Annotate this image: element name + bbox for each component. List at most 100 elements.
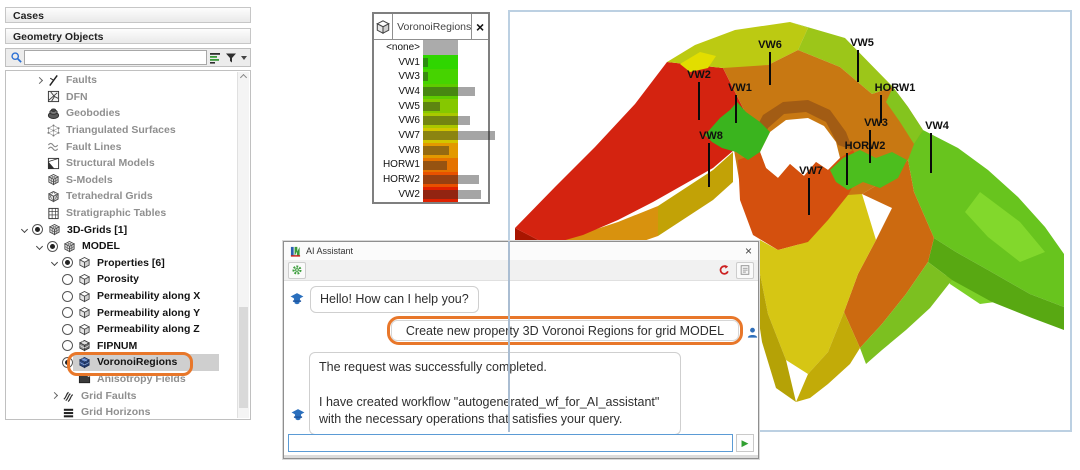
permeability-cube-icon — [78, 289, 94, 303]
stratigraphic-tables-icon — [47, 206, 63, 220]
search-icon — [8, 51, 24, 65]
legend-row[interactable]: HORW1 — [374, 157, 488, 173]
tree-item-triangulated-surfaces[interactable]: Triangulated Surfaces — [7, 122, 237, 139]
sort-list-icon[interactable] — [207, 51, 223, 65]
legend-row[interactable]: VW5 — [374, 98, 488, 114]
fipnum-cube-icon — [78, 339, 94, 353]
scrollbar-thumb[interactable] — [239, 307, 248, 408]
chevron-right-icon[interactable] — [47, 391, 62, 401]
assistant-cap-icon — [290, 408, 306, 423]
filter-funnel-icon[interactable] — [223, 51, 239, 65]
well-label: VW7 — [799, 165, 823, 177]
legend-row[interactable]: VW4 — [374, 84, 488, 99]
tree-item-geobodies[interactable]: Geobodies — [7, 105, 237, 122]
scroll-up-icon[interactable] — [239, 73, 248, 82]
ai-assistant-dialog: AI Assistant × Hello! How can I help you… — [283, 241, 759, 459]
tree-item-permeability-y[interactable]: Permeability along Y — [7, 304, 237, 321]
well-label: VW6 — [758, 39, 782, 51]
send-button[interactable]: ▶ — [736, 434, 754, 452]
show-log-button[interactable] — [736, 261, 754, 279]
settings-gear-button[interactable] — [288, 261, 306, 279]
tree-item-3d-grids[interactable]: 3D-Grids [1] — [7, 221, 237, 238]
tree-item-porosity[interactable]: Porosity — [7, 271, 237, 288]
gear-icon — [291, 264, 303, 276]
legend-histogram-bar — [423, 116, 470, 126]
radio-porosity[interactable] — [62, 273, 73, 285]
reset-conversation-button[interactable] — [715, 262, 733, 279]
tree-item-grid-faults[interactable]: Grid Faults — [7, 387, 237, 404]
chevron-right-icon[interactable] — [32, 75, 47, 85]
radio-properties[interactable] — [62, 257, 73, 269]
tree-item-model[interactable]: MODEL — [7, 238, 237, 255]
voronoi-cube-icon — [78, 355, 94, 369]
tree-item-properties[interactable]: Properties [6] — [7, 255, 237, 272]
legend-histogram-bar — [423, 145, 449, 155]
cases-panel-header[interactable]: Cases — [5, 7, 251, 23]
radio-fipnum[interactable] — [62, 340, 73, 352]
legend-histogram-bar — [423, 160, 447, 170]
person-icon — [746, 326, 759, 339]
radio-3d-grids[interactable] — [32, 224, 43, 236]
legend-row[interactable]: VW3 — [374, 69, 488, 85]
tree-item-anisotropy-fields[interactable]: Anisotropy Fields — [7, 371, 237, 388]
undo-icon — [718, 264, 730, 276]
assistant-cap-icon — [289, 292, 305, 307]
tetrahedral-grids-icon — [47, 189, 63, 203]
tree-item-permeability-x[interactable]: Permeability along X — [7, 288, 237, 305]
legend-cube-icon — [374, 14, 394, 39]
dialog-title-bar[interactable]: AI Assistant × — [284, 242, 758, 261]
legend-row[interactable]: VW7 — [374, 128, 495, 143]
radio-permeability-y[interactable] — [62, 307, 73, 319]
voronoi-legend-panel: VoronoiRegions × <none> VW1 VW3 VW4 VW5 — [372, 12, 495, 204]
legend-row[interactable]: VW1 — [374, 54, 488, 70]
tree-item-s-models[interactable]: S-Models — [7, 172, 237, 189]
viewport-border-overlay-line — [508, 241, 510, 432]
radio-permeability-z[interactable] — [62, 323, 73, 335]
search-input[interactable] — [24, 50, 207, 65]
radio-voronoiregions[interactable] — [62, 356, 73, 368]
anisotropy-fields-icon — [78, 372, 94, 386]
model-grid-icon — [63, 239, 79, 253]
porosity-cube-icon — [78, 272, 94, 286]
legend-header[interactable]: VoronoiRegions × — [374, 14, 488, 40]
geometry-objects-panel-header[interactable]: Geometry Objects — [5, 28, 251, 44]
fault-lines-icon — [47, 140, 63, 154]
legend-title: VoronoiRegions — [397, 20, 472, 33]
tree-item-faults[interactable]: Faults — [7, 72, 237, 89]
legend-row[interactable]: VW8 — [374, 142, 488, 158]
legend-row[interactable]: VW6 — [374, 113, 488, 129]
legend-histogram-bar — [423, 175, 479, 185]
user-avatar — [746, 326, 759, 341]
legend-row[interactable]: VW2 — [374, 186, 488, 202]
radio-model[interactable] — [47, 240, 58, 252]
tree-item-fipnum[interactable]: FIPNUM — [7, 338, 237, 355]
tree-item-grid-horizons[interactable]: Grid Horizons — [7, 404, 237, 418]
chevron-down-icon[interactable] — [17, 225, 32, 235]
geometry-objects-tree: Faults DFN Geobodies Triangulated Surfac… — [5, 70, 251, 420]
structural-models-icon — [47, 156, 63, 170]
tree-item-voronoiregions[interactable]: VoronoiRegions — [7, 352, 237, 377]
chevron-down-icon[interactable] — [47, 258, 62, 268]
radio-permeability-x[interactable] — [62, 290, 73, 302]
chat-input[interactable] — [288, 434, 733, 452]
permeability-cube-icon — [78, 306, 94, 320]
legend-row[interactable]: HORW2 — [374, 172, 488, 187]
close-icon[interactable]: × — [745, 245, 752, 257]
legend-row[interactable]: <none> — [374, 40, 488, 55]
legend-close-icon[interactable]: × — [471, 14, 488, 39]
tree-item-dfn[interactable]: DFN — [7, 89, 237, 106]
legend-histogram-bar — [423, 131, 495, 141]
filter-dropdown-icon[interactable] — [239, 51, 248, 65]
tree-item-stratigraphic-tables[interactable]: Stratigraphic Tables — [7, 205, 237, 222]
legend-color-swatch — [423, 54, 458, 70]
orange-annotation-box: Create new property 3D Voronoi Regions f… — [387, 316, 743, 345]
assistant-avatar — [290, 408, 307, 423]
tree-item-tetrahedral-grids[interactable]: Tetrahedral Grids — [7, 188, 237, 205]
tree-item-permeability-z[interactable]: Permeability along Z — [7, 321, 237, 338]
tree-scrollbar[interactable] — [237, 72, 249, 418]
legend-histogram-bar — [423, 72, 428, 82]
tree-item-structural-models[interactable]: Structural Models — [7, 155, 237, 172]
chevron-down-icon[interactable] — [32, 241, 47, 251]
legend-color-swatch — [423, 40, 458, 55]
tree-item-fault-lines[interactable]: Fault Lines — [7, 138, 237, 155]
